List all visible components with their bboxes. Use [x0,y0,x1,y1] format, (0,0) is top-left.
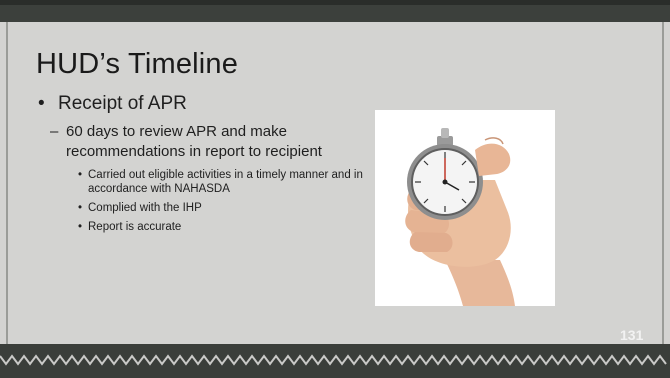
stopwatch-in-hand-icon [375,110,555,306]
slide: HUD’s Timeline • Receipt of APR – 60 day… [0,0,670,378]
bullet-level3-item: • Carried out eligible activities in a t… [78,169,363,195]
bullet-level2-text: 60 days to review APR and make recommend… [66,123,322,160]
slide-number: 131 [620,327,644,343]
top-band [0,0,670,22]
slide-content: • Receipt of APR – 60 days to review APR… [36,92,376,239]
bullet-level1: • Receipt of APR [38,93,187,114]
bullet-level3-item: • Report is accurate [78,221,182,233]
slide-title: HUD’s Timeline [36,48,239,80]
bullet-level3-item: • Complied with the IHP [78,202,202,214]
bullet-level1-text: Receipt of APR [58,93,187,114]
bullet-level3-text: Report is accurate [88,221,182,233]
bottom-band [0,344,670,378]
bullet-level2: – 60 days to review APR and make recomme… [50,123,322,160]
bullet-level3-text: Carried out eligible activities in a tim… [88,169,363,195]
bullet-level3-text: Complied with the IHP [88,202,202,214]
